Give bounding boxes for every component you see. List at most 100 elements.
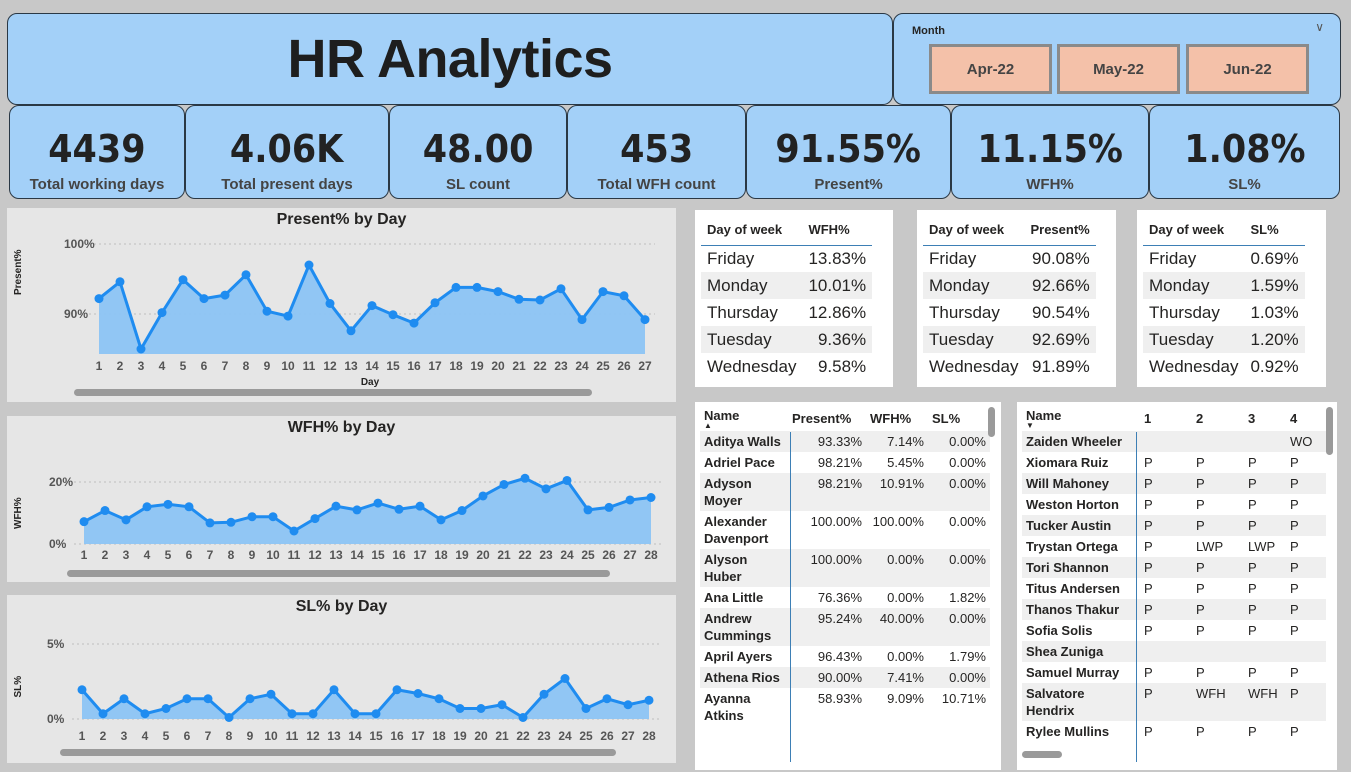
value-cell: WO	[1286, 431, 1326, 452]
sort-descending-icon[interactable]: ▼	[1026, 421, 1136, 429]
table-row[interactable]: Adyson Moyer 98.21% 10.91% 0.00%	[700, 473, 990, 511]
y-axis-title: WFH%	[13, 497, 24, 529]
table-row[interactable]: Will Mahoney P P P P	[1022, 473, 1326, 494]
value-cell: 10.01%	[802, 272, 873, 299]
table-row[interactable]: Sofia Solis P P P P	[1022, 620, 1326, 641]
column-header[interactable]: Day of week	[701, 215, 803, 246]
kpi-value: 4.06K	[230, 127, 344, 171]
table-row[interactable]: Rylee Mullins P P P P	[1022, 721, 1326, 742]
data-point	[625, 495, 635, 505]
data-point	[241, 270, 251, 280]
x-tick-label: 15	[369, 729, 383, 743]
x-tick-label: 1	[96, 359, 103, 373]
name-cell: Ana Little	[704, 590, 764, 605]
employee-metrics-table: Name ▲ Present% WFH% SL% Aditya Walls 93.3…	[695, 402, 1001, 770]
value-cell: P	[1290, 724, 1299, 739]
x-tick-label: 2	[100, 729, 107, 743]
kpi-label: SL%	[1228, 176, 1261, 193]
column-header[interactable]: 2	[1192, 405, 1244, 431]
column-header[interactable]: Day of week	[1143, 215, 1245, 246]
table-row[interactable]: Xiomara Ruiz P P P P	[1022, 452, 1326, 473]
column-header[interactable]: WFH%	[866, 405, 928, 431]
chart-scrollbar[interactable]	[74, 389, 592, 396]
data-point	[602, 694, 612, 704]
table-row[interactable]: Adriel Pace 98.21% 5.45% 0.00%	[700, 452, 990, 473]
table-row[interactable]: April Ayers 96.43% 0.00% 1.79%	[700, 646, 990, 667]
column-header[interactable]: WFH%	[802, 215, 873, 246]
data-point	[79, 517, 89, 527]
x-tick-label: 1	[79, 729, 86, 743]
x-tick-label: 22	[533, 359, 547, 373]
month-button-jun[interactable]: Jun-22	[1186, 44, 1309, 94]
table-row[interactable]: Ana Little 76.36% 0.00% 1.82%	[700, 587, 990, 608]
column-header-name[interactable]: Name ▲	[700, 405, 788, 431]
table-row[interactable]: Titus Andersen P P P P	[1022, 578, 1326, 599]
table-row[interactable]: Zaiden Wheeler WO	[1022, 431, 1326, 452]
value-cell: LWP	[1196, 539, 1224, 554]
table-row[interactable]: Salvatore Hendrix P WFH WFH P	[1022, 683, 1326, 721]
column-header[interactable]: 4	[1286, 405, 1326, 431]
column-header[interactable]: 3	[1244, 405, 1286, 431]
table-row[interactable]: Tucker Austin P P P P	[1022, 515, 1326, 536]
table-row[interactable]: Samuel Murray P P P P	[1022, 662, 1326, 683]
table-row: Friday 90.08%	[923, 245, 1096, 272]
table-row[interactable]: Alyson Huber 100.00% 0.00% 0.00%	[700, 549, 990, 587]
wfh-by-weekday-table: Day of week WFH% Friday 13.83% Monday 10.0…	[695, 210, 893, 387]
column-header[interactable]: SL%	[928, 405, 990, 431]
data-point	[140, 709, 150, 719]
month-button-apr[interactable]: Apr-22	[929, 44, 1052, 94]
column-header[interactable]: Present%	[788, 405, 866, 431]
value-cell: 90.54%	[1032, 302, 1090, 322]
kpi-label: Total present days	[221, 176, 353, 193]
table-row[interactable]: Weston Horton P P P P	[1022, 494, 1326, 515]
weekday-cell: Wednesday	[929, 356, 1019, 376]
name-cell: Alexander Davenport	[704, 514, 769, 546]
value-cell	[1192, 431, 1244, 452]
table-row[interactable]: Alexander Davenport 100.00% 100.00% 0.00%	[700, 511, 990, 549]
column-header[interactable]: Day of week	[923, 215, 1025, 246]
present-by-day-chart: 90% 100% Present% 1 2 3 4 5 6 7 8 9 10 11 12 13 14 15 16 17…	[7, 208, 676, 402]
table-row[interactable]: Ayanna Atkins 58.93% 9.09% 10.71%	[700, 688, 990, 726]
value-cell: 5.45%	[887, 455, 924, 470]
table-scrollbar[interactable]	[1326, 407, 1333, 455]
data-point	[497, 700, 507, 710]
column-header-name[interactable]: Name ▼	[1022, 405, 1140, 431]
data-point	[157, 308, 167, 318]
table-row: Monday 92.66%	[923, 272, 1096, 299]
table-scrollbar[interactable]	[988, 407, 995, 437]
column-header[interactable]: 1	[1140, 405, 1192, 431]
table-row: Thursday 12.86%	[701, 299, 872, 326]
data-point	[220, 290, 230, 300]
table-row[interactable]: Aditya Walls 93.33% 7.14% 0.00%	[700, 431, 990, 452]
table-row[interactable]: Athena Rios 90.00% 7.41% 0.00%	[700, 667, 990, 688]
month-button-may[interactable]: May-22	[1057, 44, 1180, 94]
chevron-down-icon[interactable]: ∨	[1315, 20, 1324, 34]
kpi-label: WFH%	[1026, 176, 1074, 193]
table-row[interactable]: Thanos Thakur P P P P	[1022, 599, 1326, 620]
x-tick-label: 1	[81, 548, 88, 562]
x-tick-label: 15	[371, 548, 385, 562]
x-tick-label: 13	[329, 548, 343, 562]
x-tick-label: 16	[390, 729, 404, 743]
weekday-cell: Wednesday	[707, 356, 797, 376]
table-row[interactable]: Tori Shannon P P P P	[1022, 557, 1326, 578]
table-row[interactable]: Shea Zuniga	[1022, 641, 1326, 662]
value-cell: P	[1248, 724, 1257, 739]
value-cell	[1192, 641, 1244, 662]
table-row[interactable]: Andrew Cummings 95.24% 40.00% 0.00%	[700, 608, 990, 646]
x-tick-label: 4	[144, 548, 151, 562]
data-point	[560, 674, 570, 683]
x-tick-label: 28	[644, 548, 658, 562]
chart-scrollbar[interactable]	[67, 570, 610, 577]
table-horizontal-scrollbar[interactable]	[1022, 751, 1062, 758]
column-header[interactable]: SL%	[1244, 215, 1305, 246]
chart-scrollbar[interactable]	[60, 749, 616, 756]
table-row[interactable]: Trystan Ortega P LWP LWP P	[1022, 536, 1326, 557]
column-header[interactable]: Present%	[1024, 215, 1096, 246]
x-tick-label: 13	[327, 729, 341, 743]
sort-ascending-icon[interactable]: ▲	[704, 421, 784, 429]
y-tick-label: 5%	[47, 637, 65, 651]
value-cell	[1140, 431, 1192, 452]
value-cell: 92.69%	[1024, 326, 1096, 353]
value-cell: P	[1286, 515, 1326, 536]
